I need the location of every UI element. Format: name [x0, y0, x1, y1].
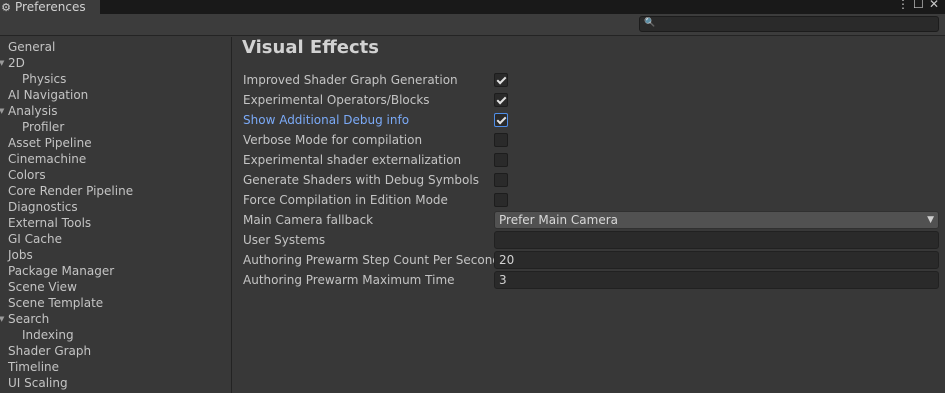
- foldout-arrow-icon[interactable]: ▼: [0, 311, 6, 327]
- sidebar-item-label: Shader Graph: [8, 344, 92, 358]
- user-systems-field[interactable]: [494, 231, 939, 249]
- setting-label: Authoring Prewarm Step Count Per Second: [243, 253, 500, 267]
- sidebar-item-ai-navigation[interactable]: AI Navigation: [8, 87, 88, 103]
- more-options-icon[interactable]: ⋮: [897, 0, 909, 11]
- setting-label: Show Additional Debug info: [243, 113, 410, 127]
- debug-symbols-checkbox[interactable]: [494, 173, 508, 187]
- prewarm-step-count-field[interactable]: 20: [494, 251, 939, 269]
- field-value: 3: [499, 273, 507, 287]
- sidebar-item-general[interactable]: General: [8, 39, 55, 55]
- sidebar-item-label: Physics: [22, 72, 67, 86]
- close-icon[interactable]: ✕: [929, 0, 939, 11]
- sidebar-item-label: Colors: [8, 168, 46, 182]
- sidebar-item-label: UI Scaling: [8, 376, 68, 390]
- search-input[interactable]: [654, 17, 934, 31]
- sidebar-item-scene-view[interactable]: Scene View: [8, 279, 77, 295]
- sidebar-item-analysis[interactable]: ▼ Analysis: [0, 103, 58, 119]
- sidebar-item-timeline[interactable]: Timeline: [8, 359, 59, 375]
- sidebar-item-label: AI Navigation: [8, 88, 89, 102]
- sidebar-item-ui-scaling[interactable]: UI Scaling: [8, 375, 68, 391]
- sidebar-item-label: Jobs: [8, 248, 33, 262]
- shader-externalization-checkbox[interactable]: [494, 153, 508, 167]
- sidebar-item-indexing[interactable]: Indexing: [22, 327, 74, 343]
- maximize-icon[interactable]: ☐: [913, 0, 924, 11]
- setting-label: Main Camera fallback: [243, 213, 374, 227]
- sidebar-item-label: Core Render Pipeline: [8, 184, 134, 198]
- search-box[interactable]: 🔍: [639, 16, 939, 32]
- improved-shader-graph-checkbox[interactable]: [494, 73, 508, 87]
- toolbar: 🔍: [0, 14, 945, 36]
- sidebar-item-label: Package Manager: [8, 264, 115, 278]
- sidebar-item-label: General: [8, 40, 56, 54]
- experimental-operators-checkbox[interactable]: [494, 93, 508, 107]
- sidebar-item-label: Scene Template: [8, 296, 104, 310]
- sidebar-item-external-tools[interactable]: External Tools: [8, 215, 91, 231]
- setting-label: Generate Shaders with Debug Symbols: [243, 173, 479, 187]
- tab-title: Preferences: [15, 0, 86, 14]
- sidebar-item-package-manager[interactable]: Package Manager: [8, 263, 114, 279]
- foldout-arrow-icon[interactable]: ▼: [0, 55, 6, 71]
- setting-label: Force Compilation in Edition Mode: [243, 193, 448, 207]
- setting-label: Experimental shader externalization: [243, 153, 462, 167]
- page-title: Visual Effects: [242, 37, 379, 58]
- sidebar-item-diagnostics[interactable]: Diagnostics: [8, 199, 78, 215]
- sidebar-item-cinemachine[interactable]: Cinemachine: [8, 151, 86, 167]
- prewarm-max-time-field[interactable]: 3: [494, 271, 939, 289]
- sidebar-item-label: Analysis: [8, 104, 58, 118]
- sidebar-item-2d[interactable]: ▼ 2D: [0, 55, 25, 71]
- verbose-mode-checkbox[interactable]: [494, 133, 508, 147]
- sidebar-item-label: Indexing: [22, 328, 74, 342]
- settings-panel: Visual Effects Improved Shader Graph Gen…: [232, 37, 945, 393]
- sidebar-item-asset-pipeline[interactable]: Asset Pipeline: [8, 135, 92, 151]
- sidebar-item-gi-cache[interactable]: GI Cache: [8, 231, 62, 247]
- window-tab-bar: ⚙ Preferences ⋮ ☐ ✕: [0, 0, 945, 14]
- main-camera-fallback-dropdown[interactable]: Prefer Main Camera ▼: [494, 211, 939, 229]
- sidebar-item-label: Profiler: [22, 120, 65, 134]
- sidebar-item-search[interactable]: ▼ Search: [0, 311, 50, 327]
- window-controls: ⋮ ☐ ✕: [897, 0, 939, 11]
- sidebar-item-colors[interactable]: Colors: [8, 167, 46, 183]
- setting-label: Experimental Operators/Blocks: [243, 93, 430, 107]
- field-value: 20: [499, 253, 515, 267]
- dropdown-value: Prefer Main Camera: [499, 213, 618, 227]
- foldout-arrow-icon[interactable]: ▼: [0, 103, 6, 119]
- sidebar-item-profiler[interactable]: Profiler: [22, 119, 64, 135]
- setting-label: Improved Shader Graph Generation: [243, 73, 458, 87]
- chevron-down-icon: ▼: [927, 215, 934, 225]
- force-compilation-checkbox[interactable]: [494, 193, 508, 207]
- sidebar-item-core-render-pipeline[interactable]: Core Render Pipeline: [8, 183, 133, 199]
- sidebar-item-physics[interactable]: Physics: [22, 71, 66, 87]
- sidebar-item-scene-template[interactable]: Scene Template: [8, 295, 103, 311]
- sidebar-item-label: Asset Pipeline: [8, 136, 92, 150]
- show-debug-info-checkbox[interactable]: [494, 113, 508, 127]
- sidebar-item-jobs[interactable]: Jobs: [8, 247, 33, 263]
- sidebar-item-label: External Tools: [8, 216, 92, 230]
- preferences-tab[interactable]: ⚙ Preferences: [0, 0, 100, 14]
- sidebar-item-label: Cinemachine: [8, 152, 87, 166]
- sidebar-item-label: Scene View: [8, 280, 77, 294]
- sidebar-item-label: Timeline: [8, 360, 60, 374]
- sidebar-item-label: 2D: [8, 56, 25, 70]
- sidebar-item-label: GI Cache: [8, 232, 62, 246]
- sidebar-item-label: Search: [8, 312, 50, 326]
- gear-icon: ⚙: [1, 0, 11, 14]
- setting-label: Verbose Mode for compilation: [243, 133, 423, 147]
- setting-label: User Systems: [243, 233, 326, 247]
- sidebar-item-shader-graph[interactable]: Shader Graph: [8, 343, 91, 359]
- sidebar-item-label: Diagnostics: [8, 200, 78, 214]
- setting-label: Authoring Prewarm Maximum Time: [243, 273, 455, 287]
- preferences-sidebar: General ▼ 2D Physics AI Navigation ▼ Analy…: [0, 37, 232, 393]
